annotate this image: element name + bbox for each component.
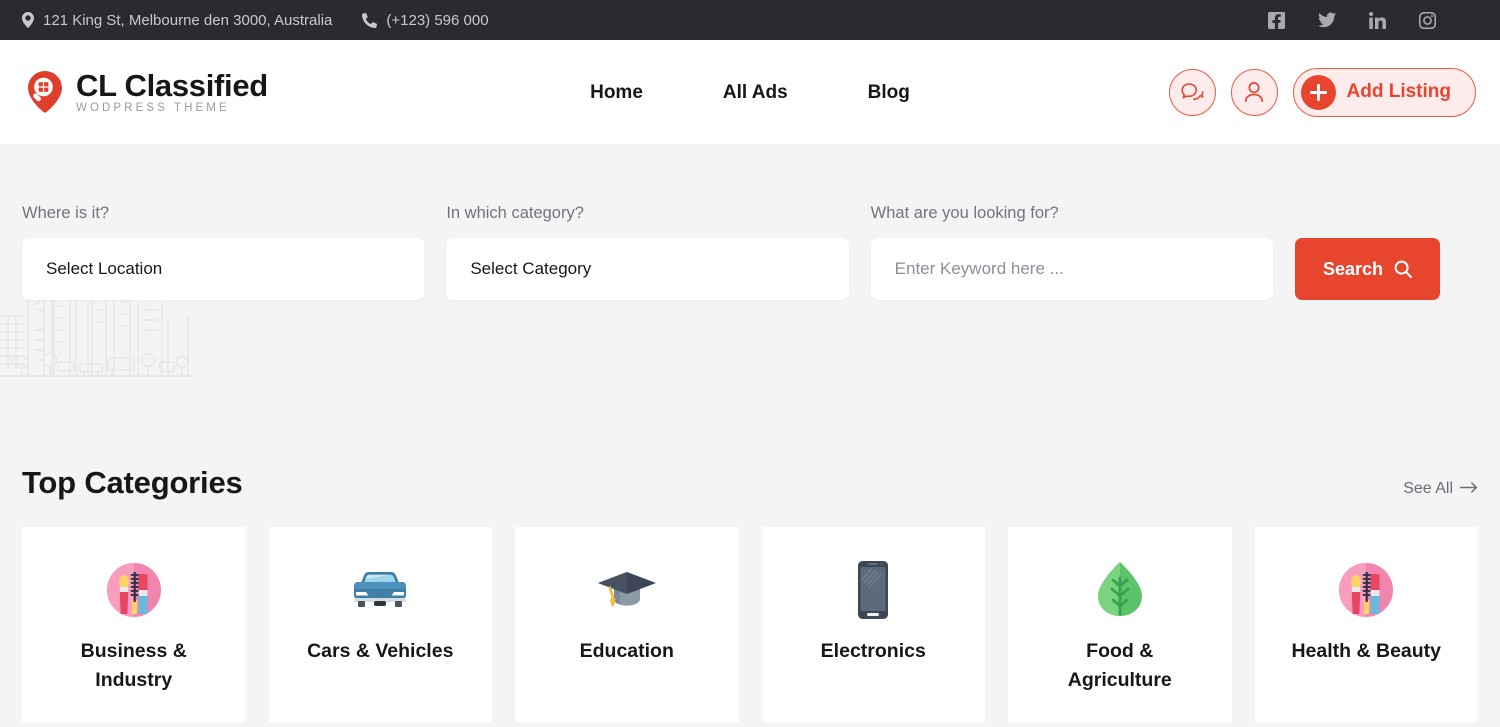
category-label: Food & Agriculture	[1035, 637, 1205, 696]
page-title: Top Categories	[22, 465, 243, 501]
phone-text: (+123) 596 000	[386, 12, 488, 29]
category-label: Electronics	[821, 637, 926, 666]
arrow-right-icon	[1460, 480, 1478, 498]
category-field-group: In which category? Select Category	[446, 204, 848, 300]
categories-grid: Business & Industry Cars & Veh	[22, 527, 1478, 722]
user-icon	[1244, 81, 1264, 103]
header-actions: Add Listing	[1169, 68, 1476, 117]
categories-header: Top Categories See All	[22, 403, 1478, 501]
search-bar: Where is it? Select Location In which ca…	[22, 204, 1440, 300]
keyword-label: What are you looking for?	[871, 204, 1273, 223]
linkedin-icon[interactable]	[1369, 12, 1386, 29]
top-bar-contact-info: 121 King St, Melbourne den 3000, Austral…	[22, 12, 489, 29]
hero-search-section: Where is it? Select Location In which ca…	[0, 144, 1500, 403]
location-label: Where is it?	[22, 204, 424, 223]
mobile-phone-icon	[855, 559, 891, 621]
location-field-group: Where is it? Select Location	[22, 204, 424, 300]
logo-title: CL Classified	[76, 70, 268, 102]
keyword-field-group: What are you looking for? Enter Keyword …	[871, 204, 1273, 300]
category-card-business-industry[interactable]: Business & Industry	[22, 527, 246, 722]
makeup-brushes-circle-icon	[104, 559, 164, 621]
car-icon	[349, 559, 411, 621]
search-button-label: Search	[1323, 259, 1383, 280]
search-button[interactable]: Search	[1295, 238, 1440, 300]
graduation-cap-icon	[596, 559, 658, 621]
address-text: 121 King St, Melbourne den 3000, Austral…	[43, 12, 332, 29]
instagram-icon[interactable]	[1419, 12, 1436, 29]
address-info: 121 King St, Melbourne den 3000, Austral…	[22, 12, 332, 29]
category-select[interactable]: Select Category	[446, 238, 848, 300]
map-pin-search-logo-icon	[24, 70, 66, 114]
twitter-icon[interactable]	[1318, 12, 1336, 28]
nav-item-home[interactable]: Home	[550, 83, 683, 102]
logo[interactable]: CL Classified WODPRESS THEME	[24, 70, 268, 115]
chat-bubbles-icon	[1181, 82, 1204, 103]
social-links	[1268, 12, 1478, 29]
messages-button[interactable]	[1169, 69, 1216, 116]
category-label: Business & Industry	[49, 637, 219, 696]
category-card-food-agriculture[interactable]: Food & Agriculture	[1008, 527, 1232, 722]
category-card-health-beauty[interactable]: Health & Beauty	[1255, 527, 1479, 722]
category-label: Education	[580, 637, 674, 666]
nav-item-all-ads[interactable]: All Ads	[683, 83, 828, 102]
account-button[interactable]	[1231, 69, 1278, 116]
site-header: CL Classified WODPRESS THEME Home All Ad…	[0, 40, 1500, 144]
see-all-label: See All	[1403, 480, 1453, 498]
makeup-brushes-circle-icon	[1336, 559, 1396, 621]
logo-subtitle: WODPRESS THEME	[76, 102, 268, 114]
plus-circle-icon	[1301, 75, 1336, 110]
see-all-link[interactable]: See All	[1403, 480, 1478, 498]
category-label: In which category?	[446, 204, 848, 223]
category-label: Health & Beauty	[1291, 637, 1441, 666]
top-bar: 121 King St, Melbourne den 3000, Austral…	[0, 0, 1500, 40]
map-pin-icon	[22, 12, 34, 28]
top-categories-section: Top Categories See All	[0, 403, 1500, 722]
category-card-electronics[interactable]: Electronics	[762, 527, 986, 722]
phone-icon	[362, 13, 377, 28]
leaf-icon	[1094, 559, 1146, 621]
search-icon	[1394, 260, 1412, 278]
add-listing-button[interactable]: Add Listing	[1293, 68, 1476, 117]
location-select[interactable]: Select Location	[22, 238, 424, 300]
phone-info: (+123) 596 000	[362, 12, 488, 29]
category-label: Cars & Vehicles	[307, 637, 453, 666]
category-card-education[interactable]: Education	[515, 527, 739, 722]
category-card-cars-vehicles[interactable]: Cars & Vehicles	[269, 527, 493, 722]
nav-item-blog[interactable]: Blog	[828, 83, 950, 102]
keyword-input[interactable]: Enter Keyword here ...	[871, 238, 1273, 300]
add-listing-label: Add Listing	[1347, 81, 1451, 103]
facebook-icon[interactable]	[1268, 12, 1285, 29]
